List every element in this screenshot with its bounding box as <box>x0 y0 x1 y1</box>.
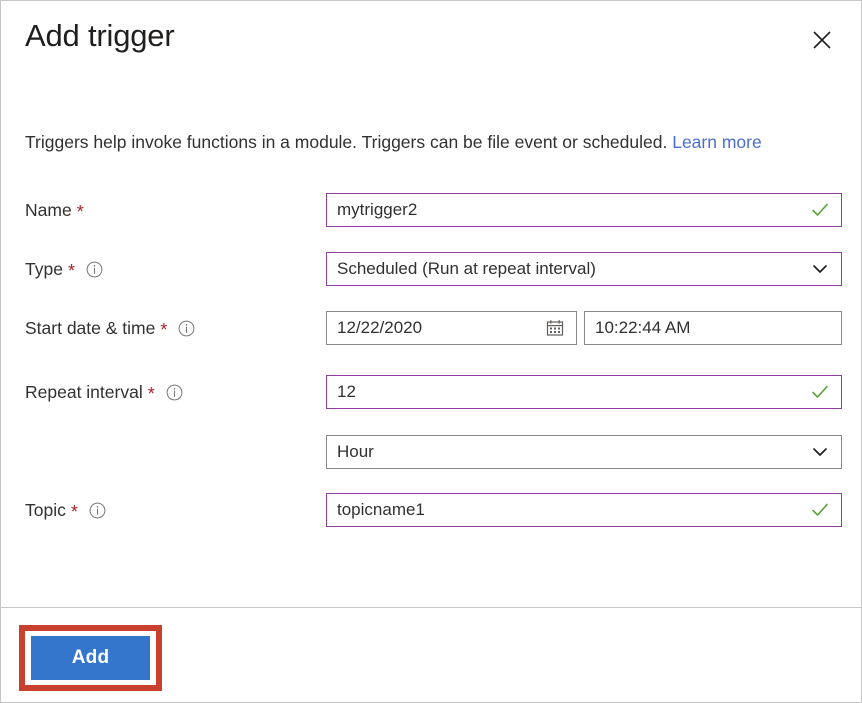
required-asterisk: * <box>70 502 78 522</box>
start-time-input[interactable]: 10:22:44 AM <box>584 311 842 345</box>
chevron-down-icon <box>809 258 831 280</box>
repeat-interval-value: 12 <box>337 382 356 401</box>
required-asterisk: * <box>147 384 155 404</box>
name-input[interactable]: mytrigger2 <box>326 193 842 227</box>
label-start-date-time-text: Start date & time <box>25 317 156 338</box>
calendar-icon[interactable] <box>544 317 566 339</box>
type-dropdown[interactable]: Scheduled (Run at repeat interval) <box>326 252 842 286</box>
footer-divider <box>1 607 861 608</box>
label-topic-text: Topic <box>25 499 66 520</box>
start-date-value: 12/22/2020 <box>337 318 423 337</box>
chevron-down-icon <box>809 441 831 463</box>
required-asterisk: * <box>76 202 84 222</box>
dialog-description: Triggers help invoke functions in a modu… <box>25 129 839 155</box>
repeat-interval-input[interactable]: 12 <box>326 375 842 409</box>
label-repeat-interval-text: Repeat interval <box>25 381 143 402</box>
add-trigger-dialog: Add trigger Triggers help invoke functio… <box>0 0 862 703</box>
label-type: Type * <box>25 252 103 286</box>
label-topic: Topic * <box>25 493 106 527</box>
label-start-date-time: Start date & time * <box>25 311 195 345</box>
info-icon[interactable] <box>166 384 183 401</box>
required-asterisk: * <box>67 261 75 281</box>
label-repeat-interval: Repeat interval * <box>25 375 183 409</box>
form-row-topic: Topic * topicname1 <box>1 493 861 527</box>
start-time-value: 10:22:44 AM <box>595 318 691 337</box>
label-name-text: Name <box>25 199 72 220</box>
label-name: Name * <box>25 193 84 227</box>
required-asterisk: * <box>160 320 168 340</box>
close-button[interactable] <box>803 21 841 59</box>
label-type-text: Type <box>25 258 63 279</box>
form-row-interval-unit: Hour <box>1 435 861 469</box>
page-title: Add trigger <box>25 18 175 53</box>
checkmark-icon <box>809 499 831 521</box>
topic-input-value: topicname1 <box>337 500 425 519</box>
dialog-header: Add trigger <box>1 1 861 87</box>
interval-unit-value: Hour <box>337 442 374 461</box>
form-row-start-date-time: Start date & time * 12/22/2020 10:22:44 … <box>1 311 861 345</box>
info-icon[interactable] <box>178 320 195 337</box>
checkmark-icon <box>809 381 831 403</box>
name-input-value: mytrigger2 <box>337 200 418 219</box>
description-text: Triggers help invoke functions in a modu… <box>25 132 673 152</box>
form-row-repeat-interval: Repeat interval * 12 <box>1 375 861 409</box>
info-icon[interactable] <box>86 261 103 278</box>
info-icon[interactable] <box>89 502 106 519</box>
form-row-name: Name * mytrigger2 <box>1 193 861 227</box>
start-date-input[interactable]: 12/22/2020 <box>326 311 577 345</box>
topic-input[interactable]: topicname1 <box>326 493 842 527</box>
add-button[interactable]: Add <box>31 636 150 680</box>
form-row-type: Type * Scheduled (Run at repeat interval… <box>1 252 861 286</box>
interval-unit-dropdown[interactable]: Hour <box>326 435 842 469</box>
learn-more-link[interactable]: Learn more <box>672 132 762 152</box>
type-dropdown-value: Scheduled (Run at repeat interval) <box>337 259 596 278</box>
close-icon <box>811 29 833 51</box>
checkmark-icon <box>809 199 831 221</box>
